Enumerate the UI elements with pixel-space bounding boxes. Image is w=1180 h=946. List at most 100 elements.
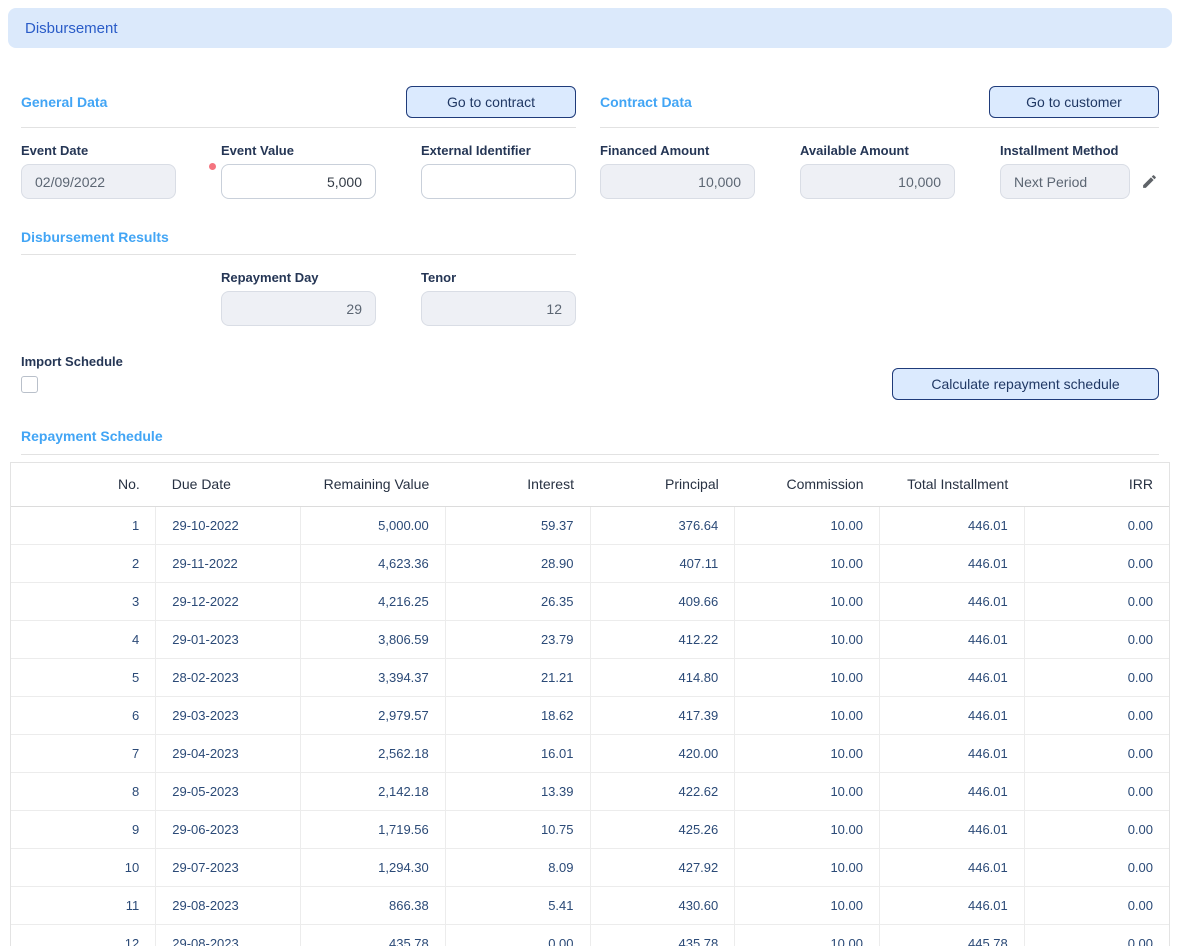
calculate-repayment-schedule-button[interactable]: Calculate repayment schedule (892, 368, 1159, 400)
cell-interest: 5.41 (445, 886, 590, 924)
column-header-interest[interactable]: Interest (445, 463, 590, 506)
cell-no: 11 (11, 886, 156, 924)
cell-remaining-value: 866.38 (301, 886, 446, 924)
cell-principal: 409.66 (590, 582, 735, 620)
cell-no: 2 (11, 544, 156, 582)
cell-principal: 430.60 (590, 886, 735, 924)
event-date-wrap (21, 164, 176, 199)
cell-due-date: 29-04-2023 (156, 734, 301, 772)
cell-remaining-value: 1,294.30 (301, 848, 446, 886)
disbursement-results-header: Disbursement Results (21, 229, 576, 255)
import-schedule-checkbox[interactable] (21, 376, 38, 393)
installment-method-field-group: Installment Method (1000, 143, 1159, 199)
cell-principal: 417.39 (590, 696, 735, 734)
cell-total-installment: 446.01 (880, 658, 1025, 696)
cell-irr: 0.00 (1024, 810, 1169, 848)
general-data-section: General Data Go to contract Event Date E… (21, 56, 576, 326)
available-amount-field-group: Available Amount (800, 143, 955, 199)
cell-irr: 0.00 (1024, 772, 1169, 810)
financed-amount-field-group: Financed Amount (600, 143, 755, 199)
table-row[interactable]: 1229-08-2023435.780.00435.7810.00445.780… (11, 924, 1169, 946)
cell-interest: 28.90 (445, 544, 590, 582)
column-header-principal[interactable]: Principal (590, 463, 735, 506)
edit-pencil-icon[interactable] (1139, 172, 1159, 192)
cell-due-date: 29-07-2023 (156, 848, 301, 886)
repayment-day-input[interactable] (221, 291, 376, 326)
cell-due-date: 29-12-2022 (156, 582, 301, 620)
cell-total-installment: 446.01 (880, 810, 1025, 848)
cell-total-installment: 446.01 (880, 506, 1025, 544)
cell-interest: 59.37 (445, 506, 590, 544)
installment-method-input[interactable] (1000, 164, 1130, 199)
external-identifier-label: External Identifier (421, 143, 576, 158)
cell-principal: 427.92 (590, 848, 735, 886)
financed-amount-input[interactable] (600, 164, 755, 199)
cell-total-installment: 446.01 (880, 582, 1025, 620)
contract-data-fields: Financed Amount Available Amount Install… (600, 143, 1159, 199)
table-row[interactable]: 729-04-20232,562.1816.01420.0010.00446.0… (11, 734, 1169, 772)
cell-no: 1 (11, 506, 156, 544)
table-row[interactable]: 829-05-20232,142.1813.39422.6210.00446.0… (11, 772, 1169, 810)
cell-interest: 23.79 (445, 620, 590, 658)
column-header-remaining-value[interactable]: Remaining Value (301, 463, 446, 506)
cell-remaining-value: 4,216.25 (301, 582, 446, 620)
tenor-input[interactable] (421, 291, 576, 326)
table-row[interactable]: 229-11-20224,623.3628.90407.1110.00446.0… (11, 544, 1169, 582)
event-date-input[interactable] (21, 164, 176, 199)
schedule-actions-row: Import Schedule Calculate repayment sche… (21, 354, 1159, 400)
repayment-day-wrap (221, 291, 376, 326)
cell-no: 7 (11, 734, 156, 772)
cell-commission: 10.00 (735, 658, 880, 696)
external-identifier-field-group: External Identifier (421, 143, 576, 199)
import-schedule-label: Import Schedule (21, 354, 123, 369)
cell-commission: 10.00 (735, 582, 880, 620)
cell-remaining-value: 435.78 (301, 924, 446, 946)
cell-no: 8 (11, 772, 156, 810)
cell-commission: 10.00 (735, 544, 880, 582)
table-row[interactable]: 329-12-20224,216.2526.35409.6610.00446.0… (11, 582, 1169, 620)
cell-principal: 422.62 (590, 772, 735, 810)
cell-commission: 10.00 (735, 772, 880, 810)
cell-due-date: 29-03-2023 (156, 696, 301, 734)
column-header-no[interactable]: No. (11, 463, 156, 506)
cell-principal: 412.22 (590, 620, 735, 658)
cell-commission: 10.00 (735, 734, 880, 772)
available-amount-input[interactable] (800, 164, 955, 199)
table-row[interactable]: 1129-08-2023866.385.41430.6010.00446.010… (11, 886, 1169, 924)
go-to-customer-button[interactable]: Go to customer (989, 86, 1159, 118)
cell-total-installment: 445.78 (880, 924, 1025, 946)
cell-total-installment: 446.01 (880, 772, 1025, 810)
column-header-irr[interactable]: IRR (1024, 463, 1169, 506)
cell-no: 5 (11, 658, 156, 696)
cell-no: 12 (11, 924, 156, 946)
go-to-contract-button[interactable]: Go to contract (406, 86, 576, 118)
table-row[interactable]: 429-01-20233,806.5923.79412.2210.00446.0… (11, 620, 1169, 658)
cell-irr: 0.00 (1024, 886, 1169, 924)
cell-interest: 16.01 (445, 734, 590, 772)
cell-irr: 0.00 (1024, 734, 1169, 772)
cell-due-date: 29-10-2022 (156, 506, 301, 544)
table-row[interactable]: 129-10-20225,000.0059.37376.6410.00446.0… (11, 506, 1169, 544)
disbursement-results-title: Disbursement Results (21, 229, 169, 245)
cell-commission: 10.00 (735, 506, 880, 544)
table-row[interactable]: 528-02-20233,394.3721.21414.8010.00446.0… (11, 658, 1169, 696)
cell-interest: 13.39 (445, 772, 590, 810)
table-row[interactable]: 629-03-20232,979.5718.62417.3910.00446.0… (11, 696, 1169, 734)
event-value-input[interactable] (221, 164, 376, 199)
cell-irr: 0.00 (1024, 544, 1169, 582)
column-header-total-installment[interactable]: Total Installment (880, 463, 1025, 506)
column-header-due-date[interactable]: Due Date (156, 463, 301, 506)
cell-total-installment: 446.01 (880, 696, 1025, 734)
cell-no: 6 (11, 696, 156, 734)
cell-interest: 18.62 (445, 696, 590, 734)
repayment-schedule-table: No.Due DateRemaining ValueInterestPrinci… (11, 463, 1169, 946)
cell-irr: 0.00 (1024, 658, 1169, 696)
table-row[interactable]: 929-06-20231,719.5610.75425.2610.00446.0… (11, 810, 1169, 848)
table-row[interactable]: 1029-07-20231,294.308.09427.9210.00446.0… (11, 848, 1169, 886)
general-data-title: General Data (21, 94, 107, 110)
cell-due-date: 29-08-2023 (156, 886, 301, 924)
external-identifier-input[interactable] (421, 164, 576, 199)
repayment-table-head: No.Due DateRemaining ValueInterestPrinci… (11, 463, 1169, 506)
column-header-commission[interactable]: Commission (735, 463, 880, 506)
cell-total-installment: 446.01 (880, 620, 1025, 658)
